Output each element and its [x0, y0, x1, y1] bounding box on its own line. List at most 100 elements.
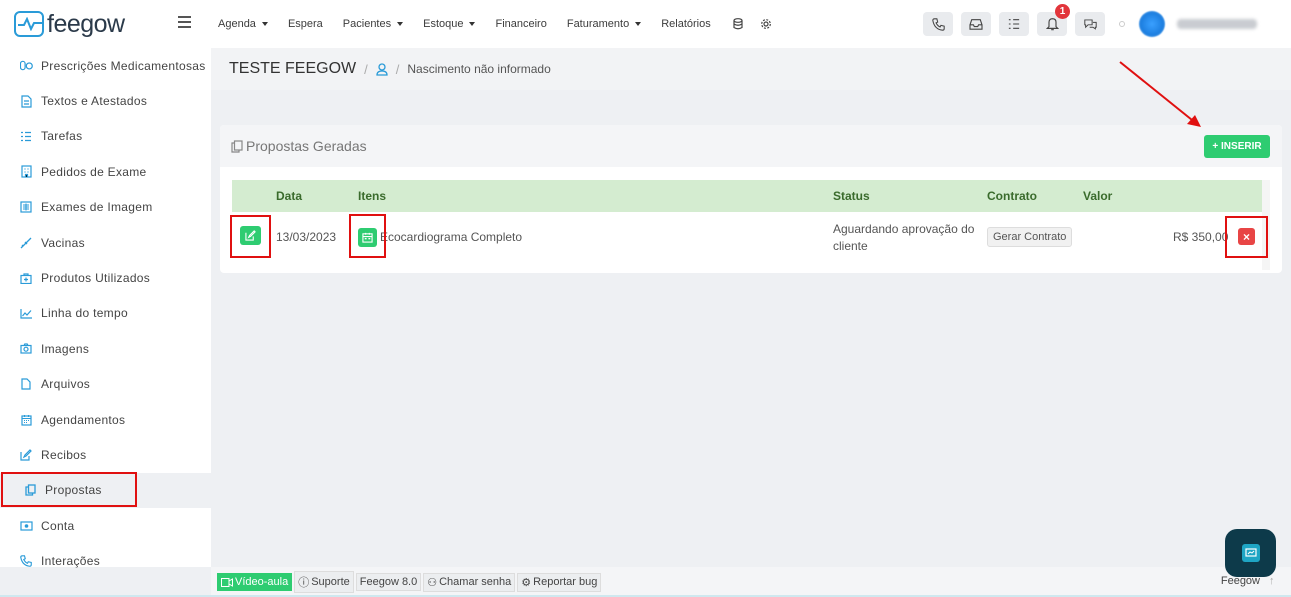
- nav-item-pacientes[interactable]: Pacientes: [342, 18, 404, 30]
- database-icon[interactable]: [731, 17, 745, 31]
- nav-item-financeiro[interactable]: Financeiro: [495, 18, 546, 30]
- sidebar-item-label: Vacinas: [41, 235, 85, 250]
- image-exam-icon: [19, 200, 33, 214]
- nav-label: Espera: [287, 18, 323, 30]
- generate-contract-button[interactable]: Gerar Contrato: [987, 227, 1073, 247]
- status-dot: [1119, 21, 1125, 27]
- row-status-line2: cliente: [833, 239, 868, 253]
- file-icon: [19, 377, 33, 391]
- annotation-arrow: [1119, 61, 1201, 127]
- row-date: 13/03/2023: [276, 230, 337, 244]
- call-password-label: Chamar senha: [439, 576, 512, 588]
- col-contrato: Contrato: [987, 189, 1037, 203]
- sidebar-item-label: Interações: [41, 554, 101, 569]
- sidebar-item-agendamentos[interactable]: Agendamentos: [0, 402, 211, 437]
- table-header: Data Itens Status Contrato Valor: [232, 180, 1262, 212]
- sidebar-item-exames-de-imagem[interactable]: Exames de Imagem: [0, 190, 211, 225]
- sidebar-item-linha-do-tempo[interactable]: Linha do tempo: [0, 296, 211, 331]
- panel-header: Propostas Geradas: [220, 125, 1282, 167]
- nav-label: Relatórios: [661, 18, 711, 30]
- panel-title: Propostas Geradas: [246, 138, 367, 154]
- caret-down-icon: [469, 22, 476, 26]
- bug-icon: ⚙: [521, 576, 532, 589]
- sidebar-item-textos-e-atestados[interactable]: Textos e Atestados: [0, 83, 211, 118]
- sidebar-item-tarefas[interactable]: Tarefas: [0, 119, 211, 154]
- edit-icon: [19, 448, 33, 462]
- sidebar-item-label: Textos e Atestados: [41, 94, 148, 109]
- sidebar-item-imagens[interactable]: Imagens: [0, 331, 211, 366]
- inbox-button[interactable]: [961, 12, 991, 36]
- insert-button[interactable]: + INSERIR: [1204, 135, 1270, 158]
- users-icon: ⚇: [427, 576, 438, 589]
- support-link[interactable]: ⓘ Suporte: [294, 571, 354, 593]
- row-value: R$ 350,00: [1173, 230, 1229, 244]
- avatar[interactable]: [1139, 11, 1165, 37]
- annotation-box-edit: [230, 215, 271, 258]
- call-password-link[interactable]: ⚇ Chamar senha: [423, 572, 516, 592]
- top-right-toolbar: 1: [923, 0, 1291, 48]
- building-icon: [19, 165, 33, 179]
- document-icon: [19, 94, 33, 108]
- tasks-icon: [19, 129, 33, 143]
- sidebar-item-label: Pedidos de Exame: [41, 164, 147, 179]
- row-items[interactable]: Ecocardiograma Completo: [380, 230, 522, 244]
- nav-label: Agenda: [218, 18, 256, 30]
- main-nav: Agenda Espera Pacientes Estoque Financeiro Fa…: [218, 17, 787, 31]
- notifications-button[interactable]: 1: [1037, 4, 1070, 36]
- hamburger-menu-icon[interactable]: [178, 16, 191, 28]
- sidebar-item-prescricoes-medicamentosas[interactable]: Prescrições Medicamentosas: [0, 48, 211, 83]
- sidebar-item-label: Arquivos: [41, 377, 91, 392]
- sidebar-item-arquivos[interactable]: Arquivos: [0, 367, 211, 402]
- phone-icon: [19, 554, 33, 568]
- nav-item-estoque[interactable]: Estoque: [423, 18, 476, 30]
- sidebar-item-recibos[interactable]: Recibos: [0, 437, 211, 472]
- col-data: Data: [276, 189, 303, 203]
- sidebar-item-label: Prescrições Medicamentosas: [41, 58, 206, 73]
- caret-down-icon: [261, 22, 268, 26]
- sidebar-item-label: Agendamentos: [41, 412, 126, 427]
- sidebar-item-produtos-utilizados[interactable]: Produtos Utilizados: [0, 260, 211, 295]
- nav-label: Faturamento: [566, 18, 630, 30]
- sidebar-item-interacoes[interactable]: Interações: [0, 543, 211, 578]
- col-itens: Itens: [358, 189, 387, 203]
- footer: Vídeo-aula ⓘ Suporte Feegow 8.0 ⚇ Chamar…: [211, 567, 1291, 597]
- nav-item-agenda[interactable]: Agenda: [218, 18, 268, 30]
- pills-icon: [19, 59, 33, 73]
- user-icon[interactable]: [376, 62, 388, 76]
- nav-item-faturamento[interactable]: Faturamento: [566, 18, 642, 30]
- page-title: TESTE FEEGOW: [229, 60, 357, 77]
- annotation-box-calendar: [349, 214, 386, 258]
- notification-badge: 1: [1055, 4, 1070, 19]
- sidebar-item-label: Tarefas: [41, 129, 83, 144]
- checklist-button[interactable]: [999, 12, 1029, 36]
- nav-item-espera[interactable]: Espera: [288, 18, 323, 30]
- chat-button[interactable]: [1075, 12, 1105, 36]
- sidebar-item-pedidos-de-exame[interactable]: Pedidos de Exame: [0, 154, 211, 189]
- inbox-icon: [969, 19, 983, 30]
- video-lesson-link[interactable]: Vídeo-aula: [217, 573, 293, 591]
- checklist-icon: [1008, 19, 1020, 29]
- nav-label: Pacientes: [342, 18, 392, 30]
- sidebar-item-conta[interactable]: Conta: [0, 508, 211, 543]
- row-status-line1: Aguardando aprovação do: [833, 222, 975, 236]
- report-bug-link[interactable]: ⚙ Reportar bug: [517, 572, 602, 592]
- annotation-box-delete: [1225, 216, 1268, 258]
- floating-action-button[interactable]: [1225, 529, 1276, 577]
- breadcrumb-separator: /: [395, 61, 400, 77]
- sidebar-item-label: Linha do tempo: [41, 306, 128, 321]
- monitor-icon: [1241, 544, 1260, 562]
- username-blurred[interactable]: [1177, 19, 1257, 29]
- phone-button[interactable]: [923, 12, 953, 36]
- sidebar-item-label: Conta: [41, 518, 75, 533]
- bell-icon: [1045, 18, 1059, 31]
- caret-down-icon: [397, 22, 404, 26]
- chat-icon: [1083, 19, 1097, 30]
- sidebar-item-vacinas[interactable]: Vacinas: [0, 225, 211, 260]
- birth-info: Nascimento não informado: [407, 62, 551, 76]
- arrow-up-icon[interactable]: ↑: [1269, 575, 1281, 589]
- gear-icon[interactable]: [759, 17, 773, 31]
- support-label: Suporte: [311, 576, 350, 588]
- heartbeat-logo-icon: [14, 11, 44, 37]
- nav-item-relatorios[interactable]: Relatórios: [661, 18, 711, 30]
- caret-down-icon: [635, 22, 642, 26]
